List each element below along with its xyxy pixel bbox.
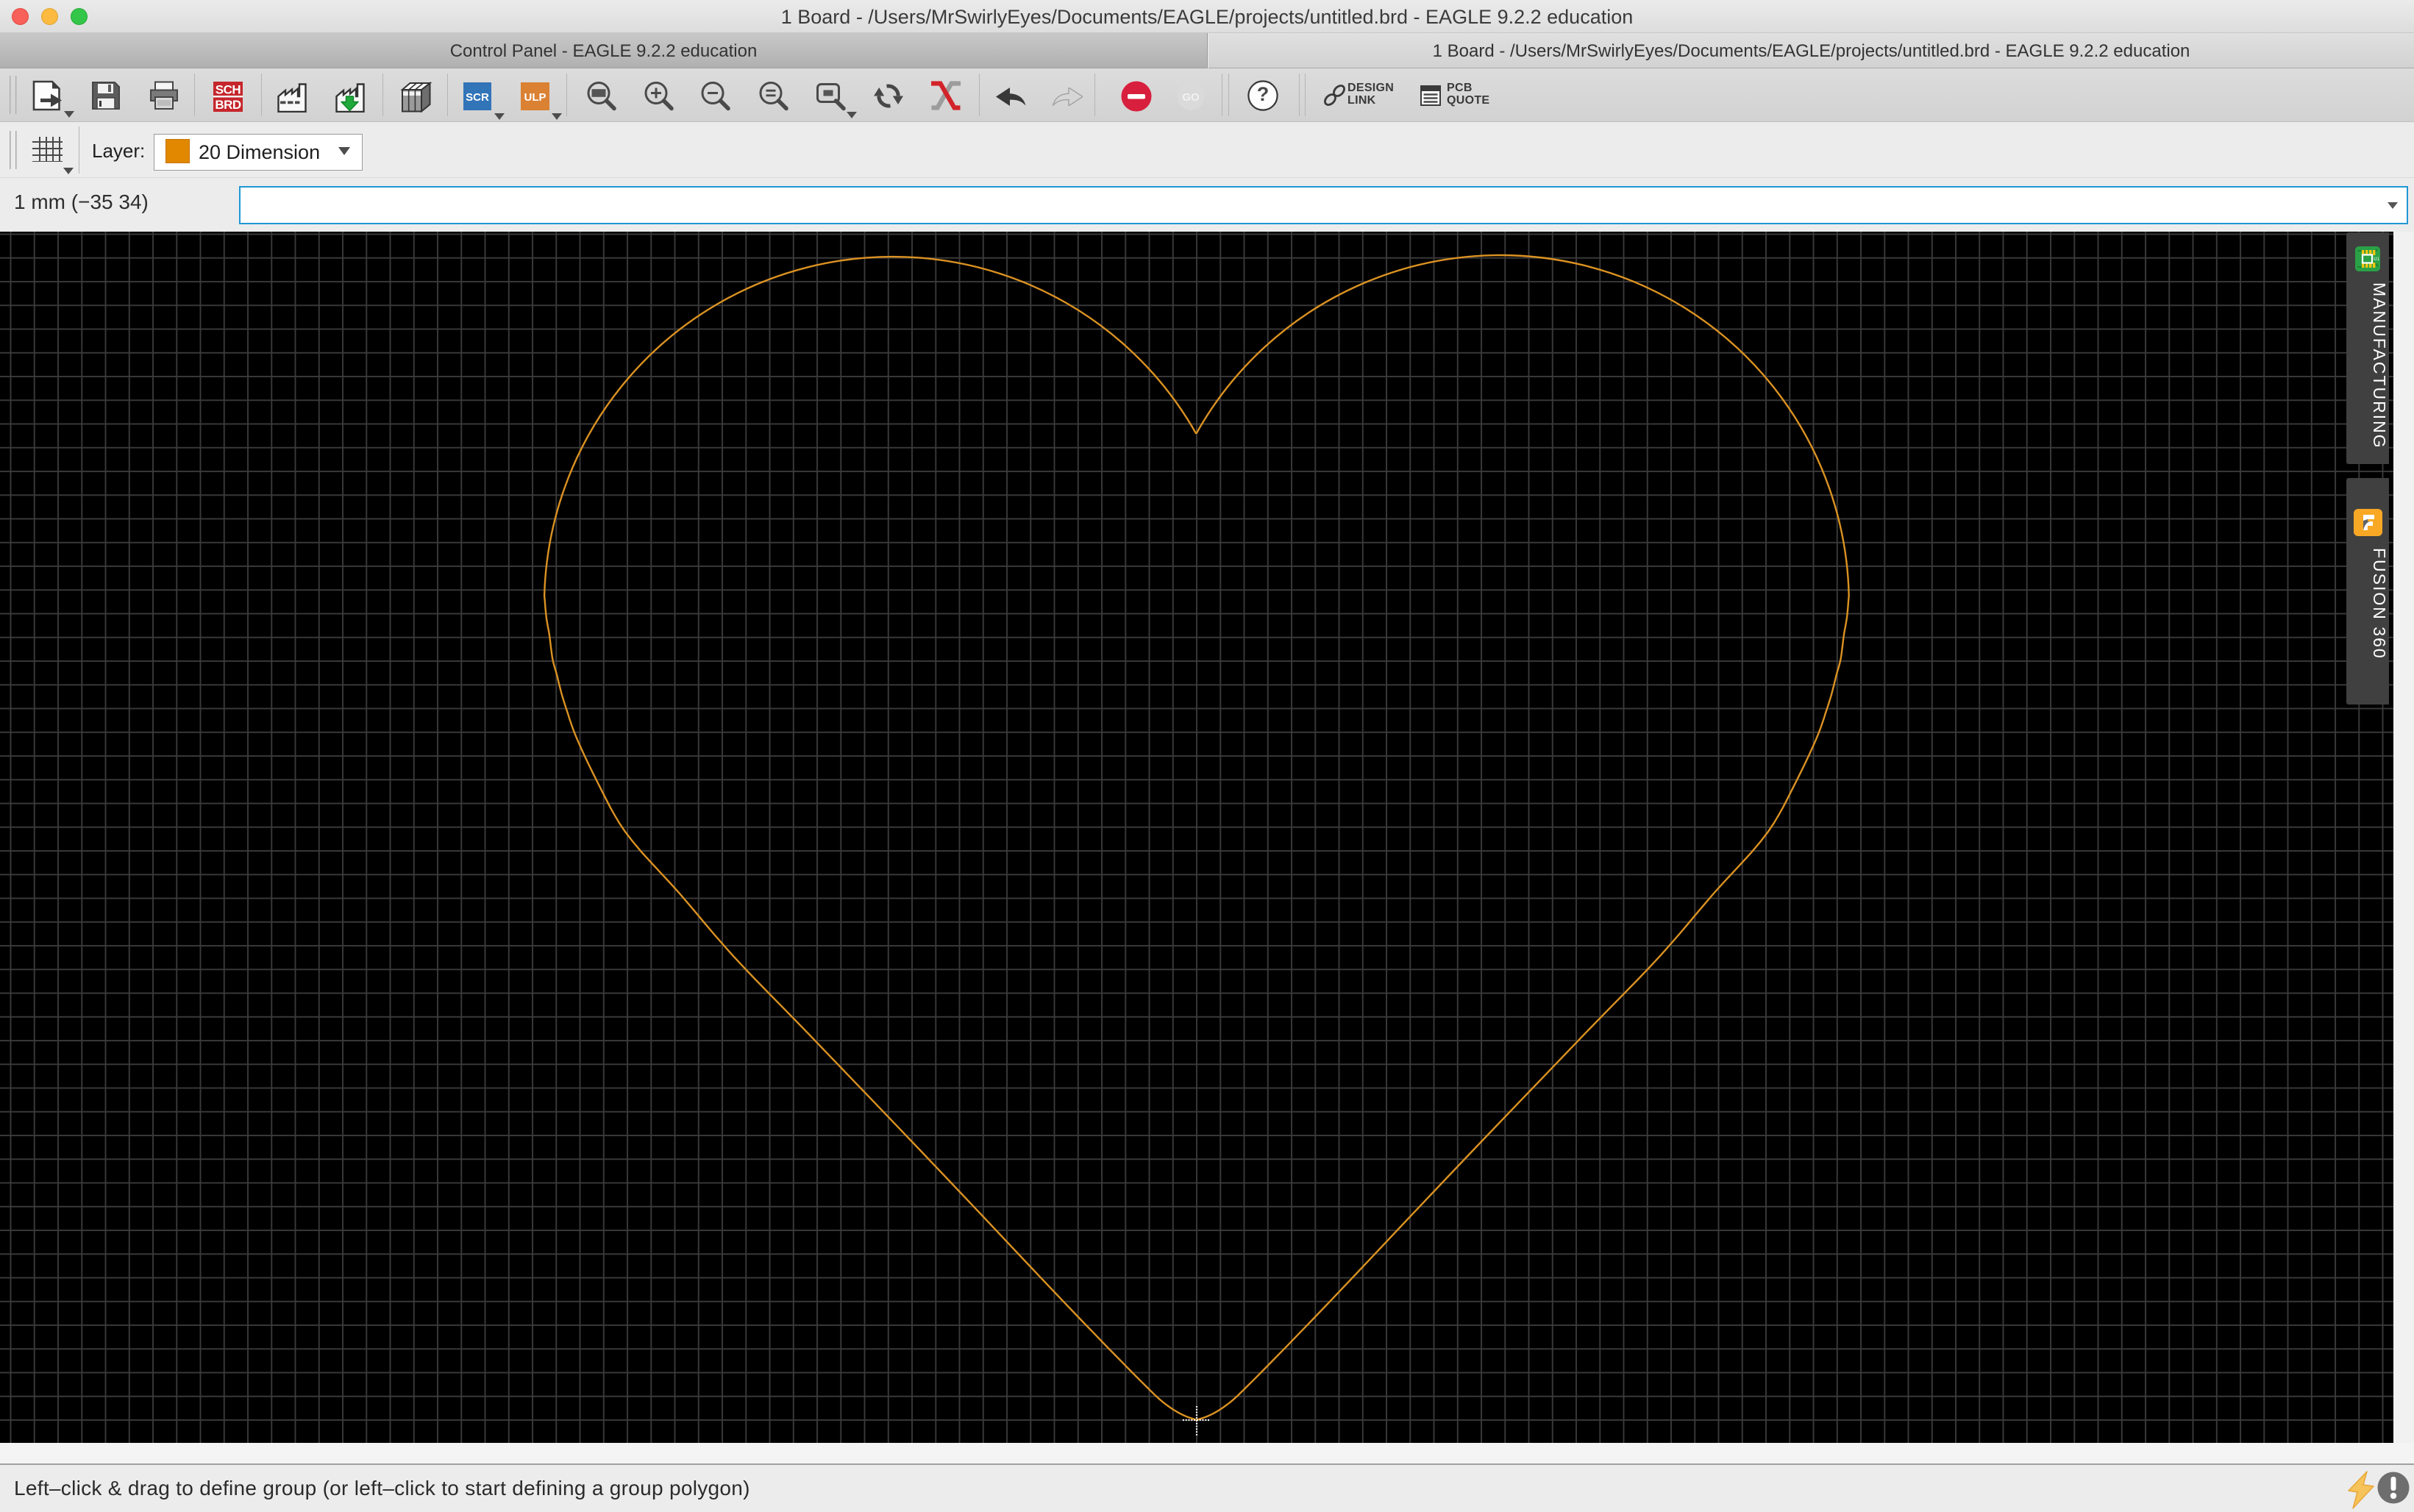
svg-text:SCH: SCH (216, 83, 241, 97)
svg-text:U1: U1 (2374, 257, 2379, 262)
svg-text:BRD: BRD (215, 98, 241, 112)
svg-text:GO: GO (1182, 91, 1200, 104)
svg-text:SCR: SCR (466, 91, 489, 104)
svg-text:ULP: ULP (524, 91, 546, 104)
svg-text:?: ? (1257, 83, 1270, 105)
